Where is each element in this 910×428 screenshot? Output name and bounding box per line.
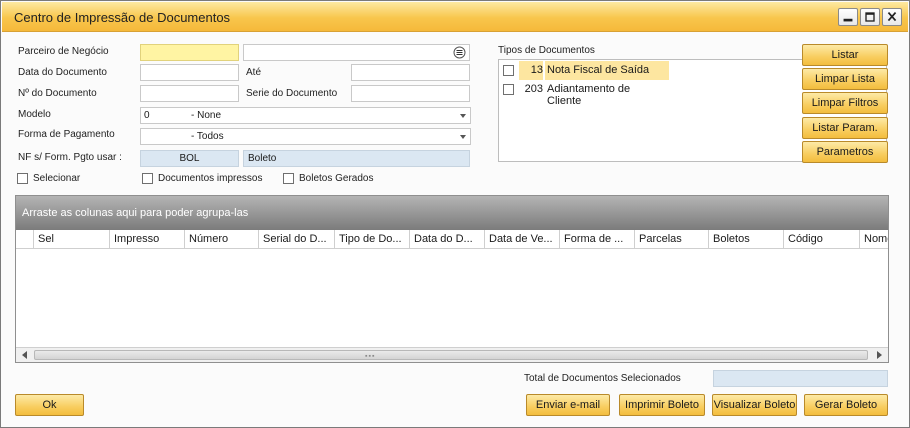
- column-header[interactable]: Tipo de Do...: [334, 230, 409, 248]
- parceiro-label: Parceiro de Negócio: [18, 46, 109, 57]
- column-header[interactable]: Sel: [33, 230, 109, 248]
- boletos-gerados-checkbox[interactable]: [283, 173, 294, 184]
- forma-pagamento-select[interactable]: - Todos: [140, 128, 471, 145]
- modelo-select[interactable]: 0 - None: [140, 107, 471, 124]
- row-selector-header[interactable]: [16, 230, 33, 248]
- selecionar-label: Selecionar: [33, 173, 81, 184]
- boletos-gerados-label: Boletos Gerados: [299, 173, 374, 184]
- modelo-code: 0: [144, 110, 150, 121]
- modelo-value: - None: [191, 110, 222, 121]
- total-label: Total de Documentos Selecionados: [524, 373, 681, 384]
- selecionar-checkbox[interactable]: [17, 173, 28, 184]
- doc-type-checkbox[interactable]: [503, 84, 514, 95]
- serie-documento-label: Serie do Documento: [246, 88, 338, 99]
- title-bar[interactable]: Centro de Impressão de Documentos: [2, 2, 908, 32]
- close-icon: [887, 11, 897, 22]
- maximize-button[interactable]: [860, 8, 880, 26]
- visualizar-boleto-button[interactable]: Visualizar Boleto: [712, 394, 797, 416]
- grid-header: Sel Impresso Número Serial do D... Tipo …: [16, 230, 888, 249]
- column-header[interactable]: Boletos: [708, 230, 783, 248]
- column-header[interactable]: Data de Ve...: [484, 230, 559, 248]
- nf-code-field: BOL: [140, 150, 239, 167]
- ate-input[interactable]: [351, 64, 470, 81]
- limpar-lista-button[interactable]: Limpar Lista: [802, 68, 888, 90]
- column-header[interactable]: Impresso: [109, 230, 184, 248]
- gerar-boleto-button[interactable]: Gerar Boleto: [804, 394, 888, 416]
- list-item[interactable]: 203 Adiantamento de Cliente: [499, 80, 669, 107]
- minimize-button[interactable]: [838, 8, 858, 26]
- column-header[interactable]: Nome: [859, 230, 888, 248]
- modelo-label: Modelo: [18, 109, 51, 120]
- doc-type-name: Nota Fiscal de Saída: [545, 61, 669, 80]
- total-value-field: [713, 370, 888, 387]
- column-header[interactable]: Forma de ...: [559, 230, 634, 248]
- numero-documento-label: Nº do Documento: [18, 88, 97, 99]
- doc-type-name: Adiantamento de Cliente: [547, 83, 631, 107]
- parceiro-code-input[interactable]: [140, 44, 239, 61]
- enviar-email-button[interactable]: Enviar e-mail: [526, 394, 610, 416]
- imprimir-boleto-button[interactable]: Imprimir Boleto: [619, 394, 705, 416]
- doc-type-checkbox[interactable]: [503, 65, 514, 76]
- ok-button[interactable]: Ok: [15, 394, 84, 416]
- limpar-filtros-button[interactable]: Limpar Filtros: [802, 92, 888, 114]
- serie-documento-input[interactable]: [351, 85, 470, 102]
- list-item[interactable]: 13 Nota Fiscal de Saída: [499, 61, 669, 80]
- column-header[interactable]: Data do D...: [409, 230, 484, 248]
- maximize-icon: [865, 12, 875, 22]
- scrollbar-thumb[interactable]: ▪▪▪: [34, 350, 868, 360]
- chevron-down-icon: [460, 114, 466, 118]
- chevron-down-icon: [460, 135, 466, 139]
- window-title: Centro de Impressão de Documentos: [14, 10, 231, 25]
- nf-value-field: Boleto: [243, 150, 470, 167]
- forma-pagamento-label: Forma de Pagamento: [18, 129, 115, 140]
- forma-pagamento-value: - Todos: [191, 131, 224, 142]
- data-documento-label: Data do Documento: [18, 67, 107, 78]
- data-documento-input[interactable]: [140, 64, 239, 81]
- numero-documento-input[interactable]: [140, 85, 239, 102]
- column-header[interactable]: Número: [184, 230, 258, 248]
- doc-type-code: 203: [524, 83, 543, 95]
- print-center-window: Centro de Impressão de Documentos Parcei…: [0, 0, 910, 428]
- parceiro-name-input[interactable]: [243, 44, 470, 61]
- minimize-icon: [843, 18, 853, 22]
- parametros-button[interactable]: Parametros: [802, 141, 888, 163]
- ate-label: Até: [246, 67, 262, 78]
- column-header[interactable]: Código: [783, 230, 859, 248]
- horizontal-scrollbar[interactable]: ▪▪▪: [16, 347, 888, 362]
- list-choose-icon[interactable]: [453, 46, 466, 59]
- grip-icon: ▪▪▪: [365, 353, 376, 360]
- documentos-impressos-checkbox[interactable]: [142, 173, 153, 184]
- close-button[interactable]: [882, 8, 902, 26]
- column-header[interactable]: Parcelas: [634, 230, 708, 248]
- group-by-bar[interactable]: Arraste as colunas aqui para poder agrup…: [16, 196, 888, 230]
- tipos-documentos-label: Tipos de Documentos: [498, 45, 595, 56]
- listar-button[interactable]: Listar: [802, 44, 888, 66]
- documents-grid[interactable]: Arraste as colunas aqui para poder agrup…: [15, 195, 889, 363]
- column-header[interactable]: Serial do D...: [258, 230, 334, 248]
- nf-label: NF s/ Form. Pgto usar :: [18, 152, 122, 163]
- documentos-impressos-label: Documentos impressos: [158, 173, 263, 184]
- group-hint: Arraste as colunas aqui para poder agrup…: [22, 207, 249, 219]
- scroll-left-icon[interactable]: [17, 348, 33, 362]
- listar-param-button[interactable]: Listar Param.: [802, 117, 888, 139]
- doc-type-code: 13: [519, 61, 543, 80]
- scroll-right-icon[interactable]: [871, 348, 887, 362]
